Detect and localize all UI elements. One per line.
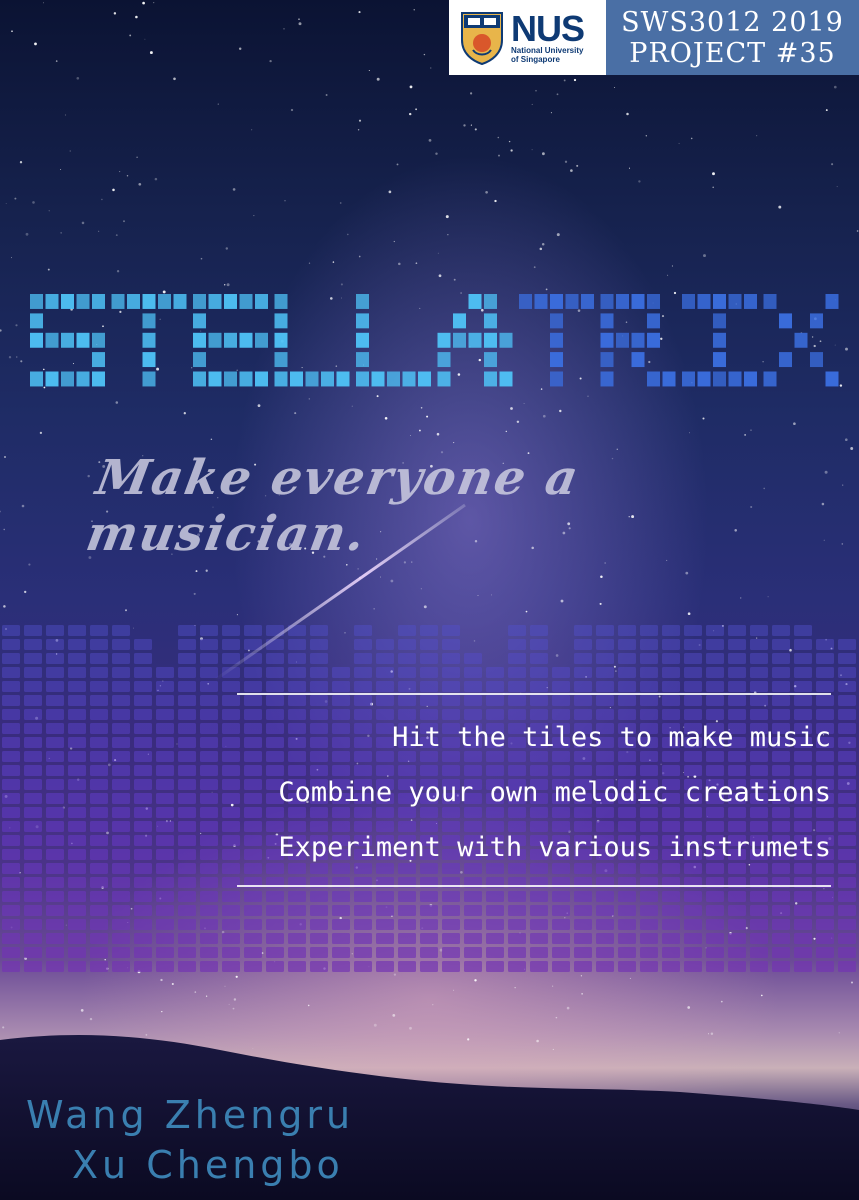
- author-name: Wang Zhengru: [26, 1093, 355, 1137]
- feature-item: Hit the tiles to make music: [392, 722, 831, 753]
- nus-logo: NUS National University of Singapore: [449, 0, 606, 75]
- mountain-silhouette: [0, 503, 859, 1200]
- nus-abbreviation: NUS: [511, 7, 585, 49]
- title-letter: [193, 294, 268, 387]
- title-letter: [682, 294, 757, 387]
- title-letter: [519, 294, 594, 387]
- nus-fullname-line1: National University: [511, 45, 584, 55]
- app-title: [30, 294, 839, 387]
- tagline: Make everyone a musician.: [82, 450, 585, 562]
- poster: NUS National University of Singapore SWS…: [0, 0, 859, 1200]
- header-badges: NUS National University of Singapore SWS…: [449, 0, 859, 75]
- feature-list: Hit the tiles to make music Combine your…: [278, 710, 831, 875]
- feature-item: Experiment with various instrumets: [278, 832, 831, 863]
- author-list: Wang Zhengru Xu Chengbo: [26, 1090, 354, 1190]
- feature-item: Combine your own melodic creations: [278, 777, 831, 808]
- title-letter: [763, 294, 839, 387]
- title-letter: [600, 294, 676, 387]
- title-letter: [274, 294, 350, 387]
- divider-bottom: [237, 885, 831, 887]
- project-course: SWS3012 2019: [621, 6, 844, 38]
- nus-crest-icon: [461, 11, 503, 65]
- nus-fullname-line2: of Singapore: [511, 54, 560, 64]
- project-badge: SWS3012 2019 PROJECT #35: [606, 0, 859, 75]
- title-letter: [356, 294, 431, 387]
- divider-top: [237, 693, 831, 695]
- author-name: Xu Chengbo: [72, 1143, 344, 1187]
- title-letter: [30, 294, 105, 387]
- title-letter: [111, 294, 187, 387]
- title-letter: [437, 294, 513, 387]
- project-number: PROJECT #35: [629, 37, 836, 69]
